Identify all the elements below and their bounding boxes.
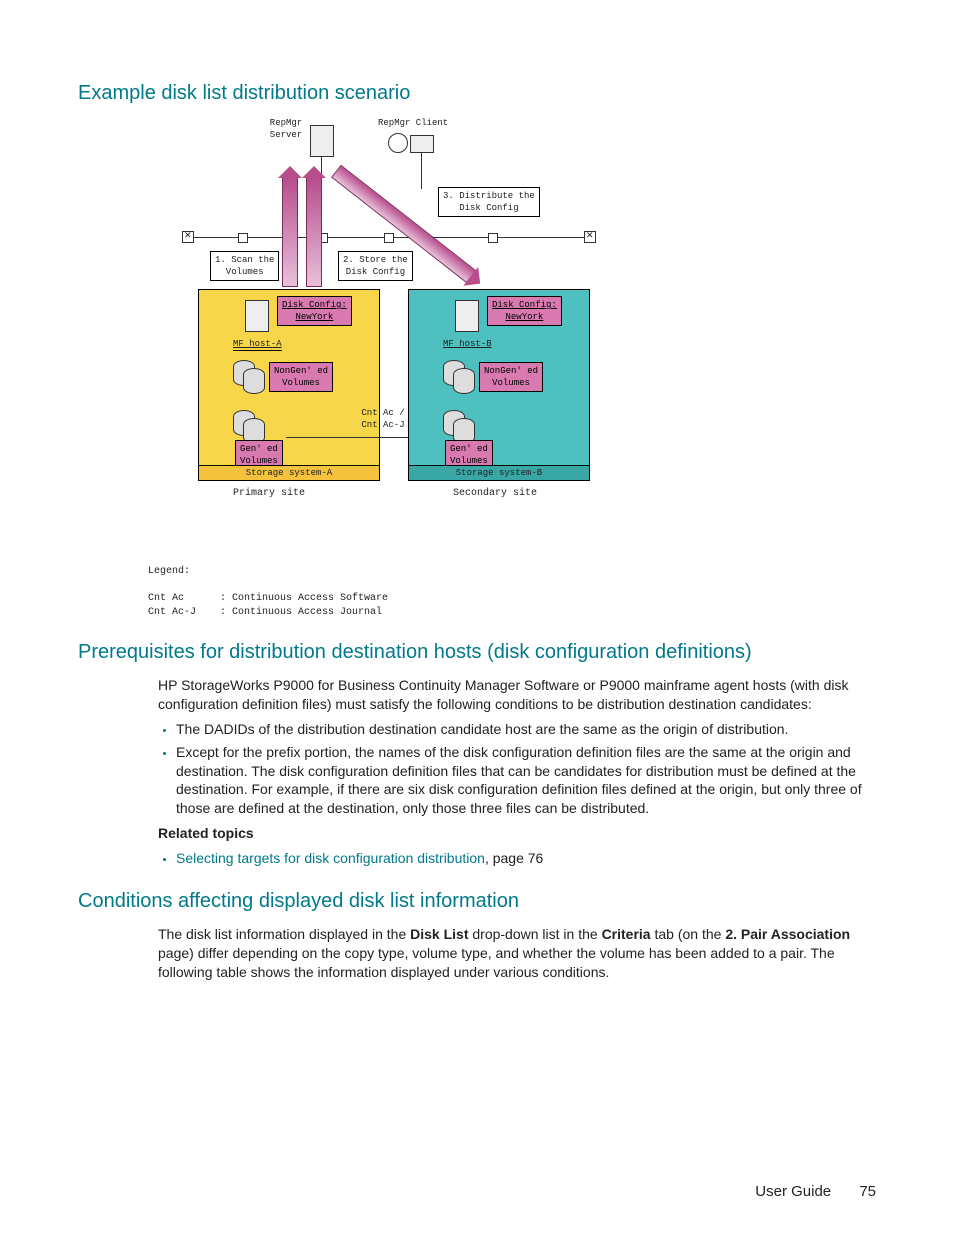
cond-text-2: drop-down list in the — [468, 926, 601, 942]
host-a-icon — [245, 300, 269, 332]
diagram-legend: Legend: Cnt Ac : Continuous Access Softw… — [148, 565, 876, 619]
mf-host-a: MF host-A — [233, 338, 282, 351]
disk-config-a: Disk Config: NewYork — [277, 296, 352, 326]
step1-box: 1. Scan the Volumes — [210, 251, 279, 281]
page-footer: User Guide 75 — [78, 1182, 876, 1202]
cyl-b2 — [453, 368, 475, 394]
cyl-a2 — [243, 368, 265, 394]
cond-text-3: tab (on the — [651, 926, 726, 942]
related-topic-tail: , page 76 — [485, 850, 543, 866]
cond-bold-pair: 2. Pair Association — [725, 926, 850, 942]
primary-site-box: Disk Config: NewYork MF host-A NonGen' e… — [198, 289, 380, 481]
related-topic-item: Selecting targets for disk configuration… — [176, 849, 876, 868]
secondary-site-label: Secondary site — [453, 487, 537, 501]
nongen-a: NonGen' ed Volumes — [269, 362, 333, 392]
distribution-diagram: RepMgr Server RepMgr Client 3. Distribut… — [178, 117, 618, 557]
disk-config-b: Disk Config: NewYork — [487, 296, 562, 326]
label-repmgr-client: RepMgr Client — [378, 117, 448, 129]
heading-conditions: Conditions affecting displayed disk list… — [78, 888, 876, 915]
storage-a-bar: Storage system-A — [199, 465, 379, 480]
primary-site-label: Primary site — [233, 487, 305, 501]
secondary-site-box: Disk Config: NewYork MF host-B NonGen' e… — [408, 289, 590, 481]
related-topics-list: Selecting targets for disk configuration… — [158, 849, 876, 868]
footer-page-number: 75 — [859, 1183, 876, 1200]
label-repmgr-server: RepMgr Server — [256, 117, 316, 141]
cond-text-1: The disk list information displayed in t… — [158, 926, 410, 942]
net-end-left — [182, 231, 194, 243]
net-node-1 — [238, 233, 248, 243]
nongen-b: NonGen' ed Volumes — [479, 362, 543, 392]
prereq-item-2: Except for the prefix portion, the names… — [176, 743, 876, 819]
cond-bold-criteria: Criteria — [602, 926, 651, 942]
person-icon — [388, 133, 408, 153]
cond-text-4: page) differ depending on the copy type,… — [158, 945, 835, 980]
net-end-right — [584, 231, 596, 243]
step3-box: 3. Distribute the Disk Config — [438, 187, 540, 217]
mf-host-b: MF host-B — [443, 338, 492, 350]
net-node-3 — [384, 233, 394, 243]
monitor-icon — [410, 135, 434, 153]
heading-example-scenario: Example disk list distribution scenario — [78, 80, 876, 107]
server-icon — [310, 125, 334, 157]
storage-b-bar: Storage system-B — [409, 465, 589, 480]
step2-box: 2. Store the Disk Config — [338, 251, 413, 281]
net-node-4 — [488, 233, 498, 243]
stub-client — [421, 153, 422, 189]
related-topic-link[interactable]: Selecting targets for disk configuration… — [176, 850, 485, 866]
related-topics-heading: Related topics — [158, 824, 876, 843]
arrow-store — [306, 177, 322, 287]
heading-prerequisites: Prerequisites for distribution destinati… — [78, 639, 876, 666]
footer-guide-label: User Guide — [755, 1183, 831, 1200]
host-b-icon — [455, 300, 479, 332]
conditions-paragraph: The disk list information displayed in t… — [158, 925, 876, 982]
prereq-item-1: The DADIDs of the distribution destinati… — [176, 720, 876, 739]
arrow-scan — [282, 177, 298, 287]
cond-bold-disklist: Disk List — [410, 926, 468, 942]
prereq-list: The DADIDs of the distribution destinati… — [158, 720, 876, 818]
prereq-intro: HP StorageWorks P9000 for Business Conti… — [158, 676, 876, 714]
